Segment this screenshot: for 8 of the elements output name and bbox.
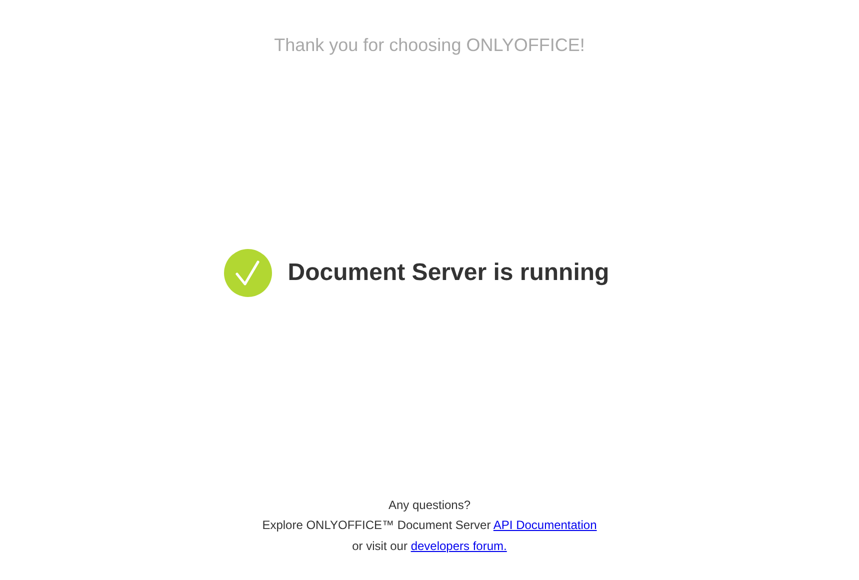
footer-link[interactable]: API Documentation <box>493 518 597 532</box>
check-icon <box>224 249 272 297</box>
footer-text: Explore ONLYOFFICE™ Document Server API Documentation <box>262 517 597 534</box>
footer-link[interactable]: developers forum. <box>410 538 507 552</box>
footer-text: Any questions? <box>388 496 471 514</box>
footer-text: or visit our developers forum. <box>352 538 507 554</box>
page-title: Thank you for choosing ONLYOFFICE! <box>274 35 585 56</box>
status-message: Document Server is running <box>288 259 610 287</box>
